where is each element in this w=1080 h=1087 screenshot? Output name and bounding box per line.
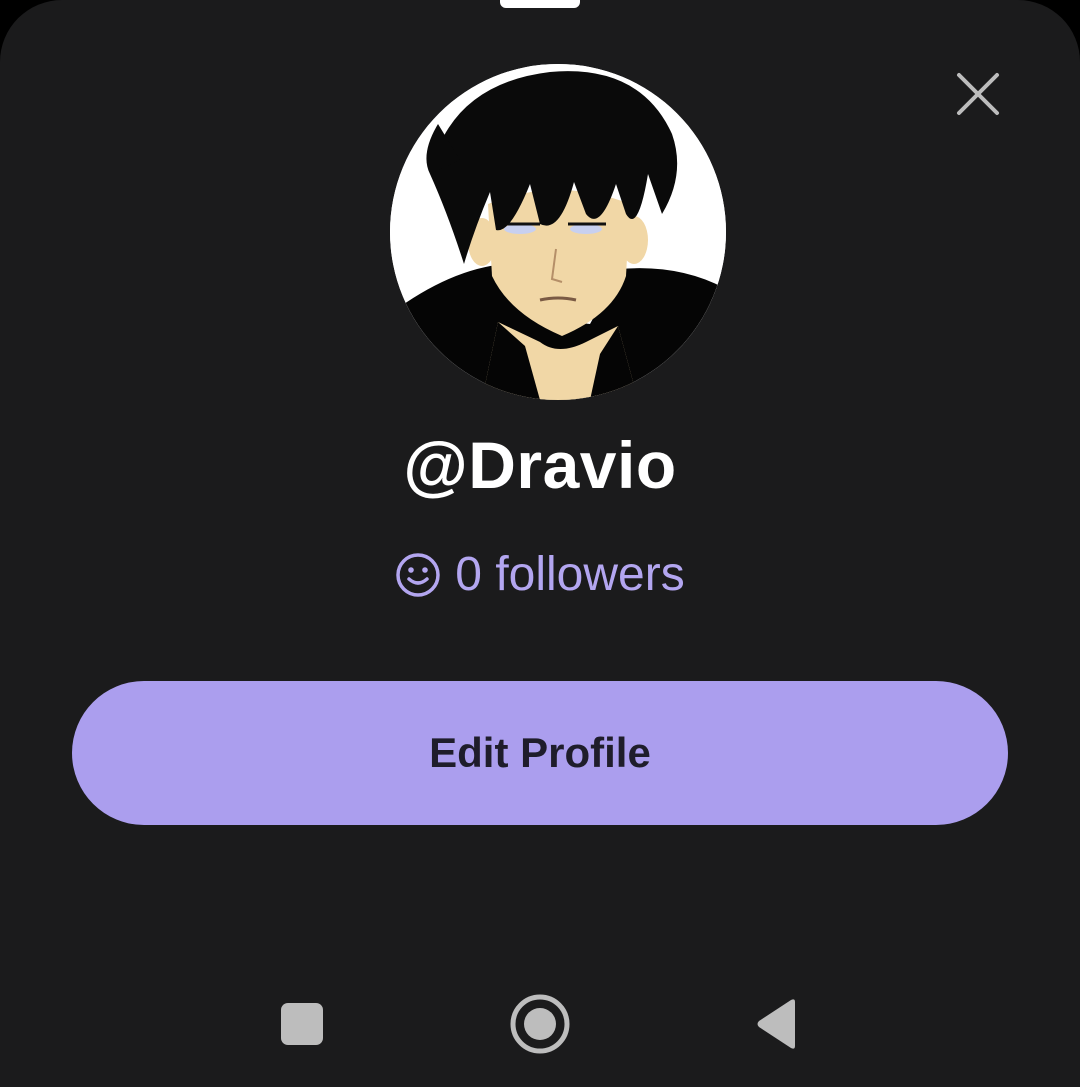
close-icon [957, 73, 999, 115]
profile-sheet: @Dravio 0 followers Edit Profile [0, 0, 1080, 1087]
followers-count[interactable]: 0 followers [0, 545, 1080, 605]
smiley-icon [395, 552, 441, 598]
username: @Dravio [403, 428, 677, 502]
avatar-image [390, 64, 726, 400]
triangle-back-icon [757, 999, 795, 1049]
nav-back-button[interactable] [738, 984, 818, 1064]
close-button[interactable] [948, 64, 1008, 124]
circle-icon [510, 994, 570, 1054]
drag-handle[interactable] [500, 0, 580, 8]
followers-label: 0 followers [455, 548, 685, 601]
square-icon [281, 1003, 323, 1045]
nav-home-button[interactable] [500, 984, 580, 1064]
nav-recents-button[interactable] [262, 984, 342, 1064]
system-navigation-bar [0, 960, 1080, 1087]
avatar [390, 64, 726, 400]
edit-profile-button[interactable]: Edit Profile [72, 681, 1008, 825]
